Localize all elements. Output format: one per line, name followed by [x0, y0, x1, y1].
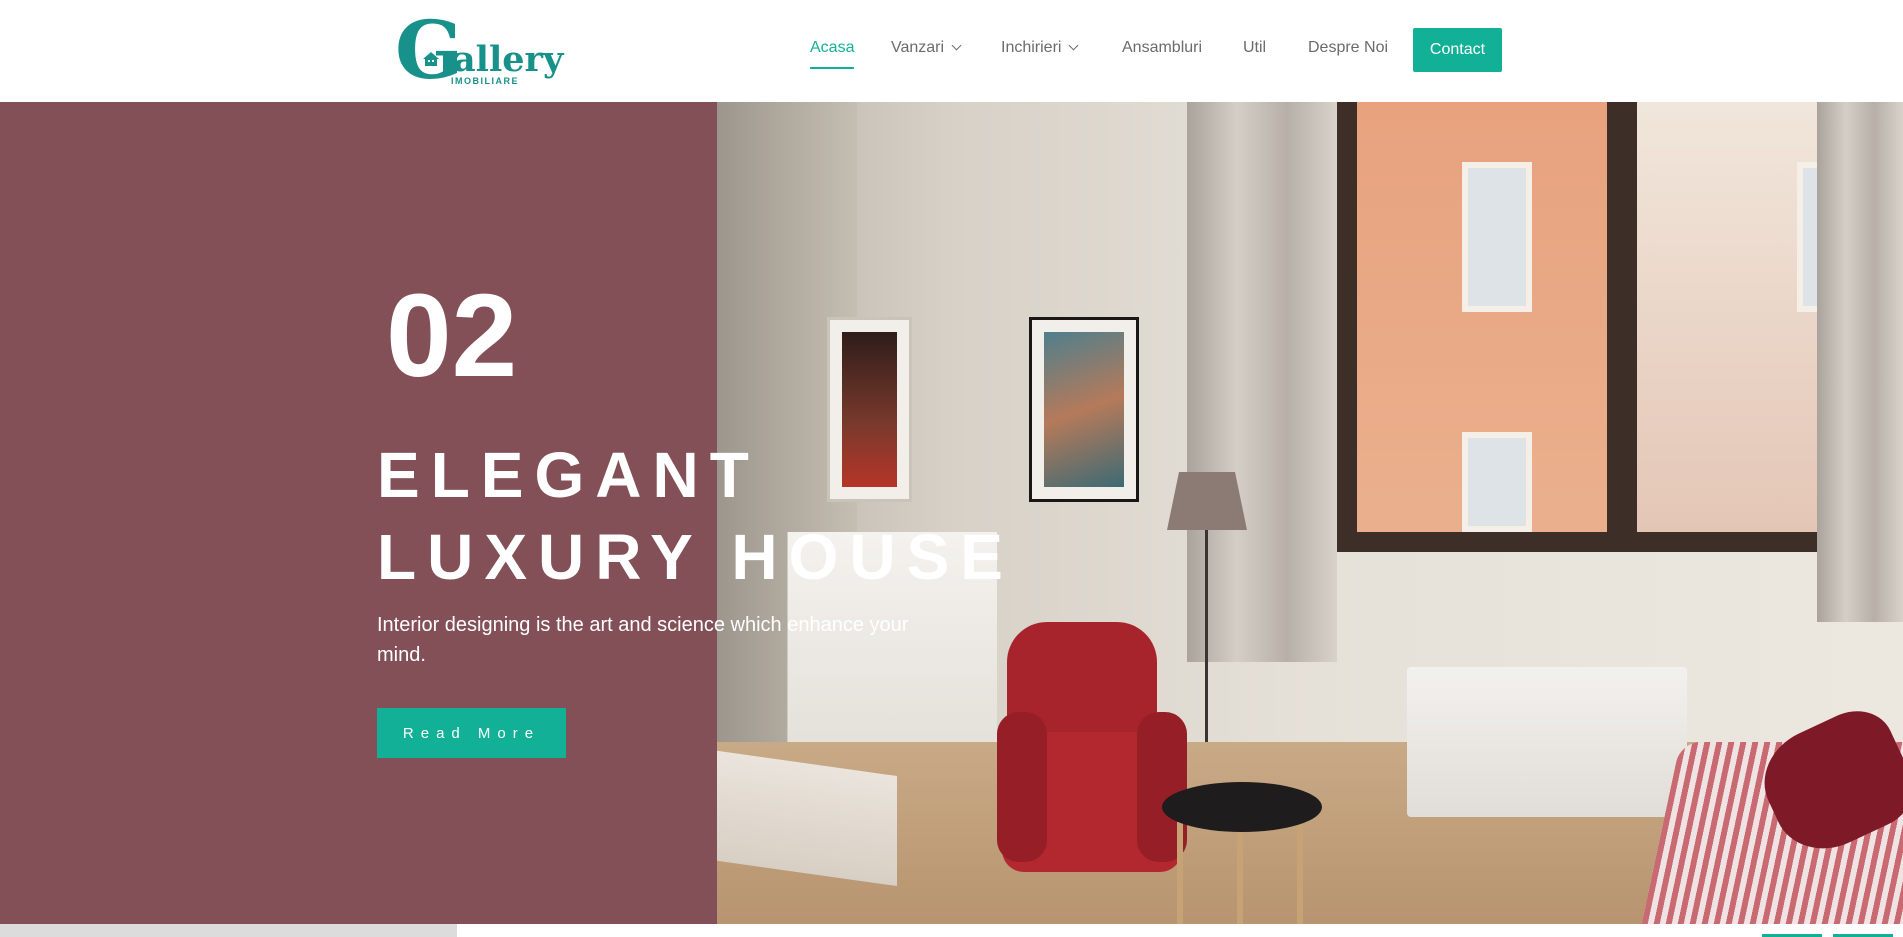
photo-radiator — [1407, 667, 1687, 817]
photo-curtain — [1187, 102, 1337, 662]
contact-button[interactable]: Contact — [1413, 28, 1502, 72]
chevron-down-icon — [951, 40, 962, 51]
photo-painting — [1029, 317, 1139, 502]
photo-building-window — [1462, 432, 1532, 532]
nav-label: Acasa — [810, 39, 855, 56]
nav-label: Ansambluri — [1122, 39, 1203, 56]
logo[interactable]: G allery IMOBILIARE — [395, 10, 564, 90]
bottom-strip-grey — [0, 924, 457, 937]
nav-item-ansambluri[interactable]: Ansambluri — [1122, 39, 1202, 57]
nav-label: Inchirieri — [1001, 39, 1062, 56]
logo-subtitle: IMOBILIARE — [451, 76, 519, 86]
hero-image — [717, 102, 1903, 924]
photo-side-table — [1162, 782, 1322, 832]
nav-label: Util — [1243, 39, 1267, 56]
hero-title-line2: LUXURY HOUSE — [377, 521, 1014, 593]
hero-color-panel — [0, 102, 717, 924]
nav-item-vanzari[interactable]: Vanzari — [891, 39, 962, 57]
photo-painting-art — [1044, 332, 1124, 487]
photo-table-leg — [1177, 822, 1183, 924]
photo-table-leg — [1297, 822, 1303, 924]
photo-painting-art — [842, 332, 897, 487]
nav-label: Vanzari — [891, 39, 945, 56]
hero-title-line1: ELEGANT — [377, 439, 760, 511]
read-more-button[interactable]: Read More — [377, 708, 566, 758]
slide-number: 02 — [386, 270, 518, 402]
hero-slider: 02 ELEGANT LUXURY HOUSE Interior designi… — [0, 102, 1903, 924]
logo-word: allery — [453, 39, 564, 80]
photo-lamp-shade — [1167, 472, 1247, 530]
bottom-strip — [0, 924, 1903, 937]
nav-item-acasa[interactable]: Acasa — [810, 39, 855, 69]
nav-item-inchirieri[interactable]: Inchirieri — [1001, 39, 1079, 57]
photo-table-leg — [1237, 822, 1243, 924]
photo-armchair-arm — [997, 712, 1047, 862]
nav-item-util[interactable]: Util — [1243, 39, 1266, 57]
photo-painting — [827, 317, 912, 502]
hero-description: Interior designing is the art and scienc… — [377, 614, 909, 666]
photo-curtain — [1817, 102, 1903, 622]
house-icon — [423, 52, 439, 66]
nav-label: Despre Noi — [1308, 39, 1389, 56]
nav-item-despre-noi[interactable]: Despre Noi — [1308, 39, 1388, 57]
chevron-down-icon — [1069, 40, 1079, 51]
site-header: G allery IMOBILIARE Acasa Vanzari Inchir… — [0, 0, 1903, 102]
photo-building-window — [1462, 162, 1532, 312]
